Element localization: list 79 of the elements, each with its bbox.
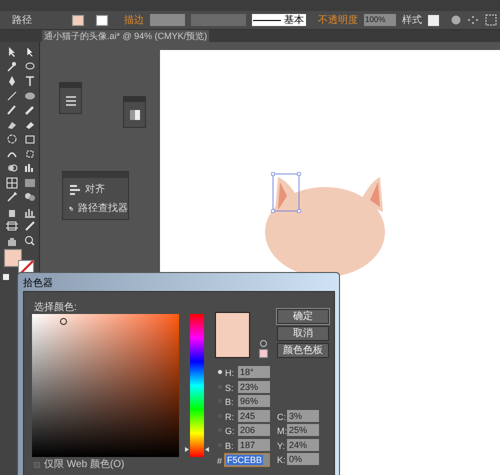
chart-icon[interactable]: [24, 162, 36, 174]
field-label: S:: [225, 382, 234, 394]
rotate-icon[interactable]: [6, 133, 18, 145]
wand-icon[interactable]: [6, 60, 18, 72]
input-field[interactable]: 245: [238, 410, 270, 422]
stroke-weight-field[interactable]: [150, 14, 185, 26]
document-tab[interactable]: 通小猫子的头像.ai* @ 94% (CMYK/预览): [42, 30, 210, 42]
panel-icon[interactable]: [64, 95, 76, 107]
dots-icon[interactable]: [467, 15, 479, 25]
gradient-icon[interactable]: [24, 176, 36, 188]
lasso-icon[interactable]: [24, 60, 36, 72]
align-icon: [69, 184, 80, 195]
field-label: H:: [225, 367, 234, 380]
panel-icon[interactable]: [128, 109, 140, 121]
opacity-field[interactable]: 100%: [364, 14, 396, 26]
line-icon[interactable]: [6, 90, 18, 102]
field-label: C:: [277, 410, 286, 424]
field-label: B:: [225, 396, 234, 409]
shape-builder-icon[interactable]: [6, 162, 18, 174]
field-label: G:: [225, 425, 235, 438]
pencil-icon[interactable]: [24, 104, 36, 116]
fill-color-swatch[interactable]: [4, 249, 22, 267]
scale-icon[interactable]: [24, 133, 36, 145]
input-field[interactable]: 18°: [238, 366, 270, 378]
field-label: K:: [277, 454, 286, 467]
selection-label: 路径: [12, 14, 33, 28]
hex-label: #: [217, 455, 222, 468]
panel-tab[interactable]: 路径查找器: [78, 201, 128, 216]
color-picker-marker[interactable]: [60, 318, 67, 325]
panel-tab[interactable]: 对齐: [85, 182, 105, 197]
color-preview: [215, 312, 250, 358]
field-label: Y:: [277, 440, 286, 452]
field-label: M:: [277, 425, 287, 438]
dialog-button[interactable]: 确定: [277, 309, 329, 324]
brush-dropdown[interactable]: 基本: [252, 14, 306, 26]
checkbox[interactable]: [34, 462, 40, 468]
input-field[interactable]: 206: [238, 424, 270, 436]
selection-box[interactable]: [271, 172, 301, 213]
stroke-link[interactable]: 描边: [124, 12, 144, 28]
input-field[interactable]: 3%: [287, 410, 319, 422]
input-field[interactable]: 25%: [287, 424, 319, 436]
zoom-icon[interactable]: [24, 234, 36, 246]
dialog-button[interactable]: 取消: [277, 326, 329, 341]
ellipse-icon[interactable]: [24, 90, 36, 102]
input-field[interactable]: 187: [238, 438, 270, 450]
dialog-title: 拾色器: [23, 277, 53, 291]
knife-icon[interactable]: [24, 220, 36, 232]
cube-icon: [260, 340, 267, 347]
checkbox-label[interactable]: 仅限 Web 颜色(O): [44, 459, 124, 471]
mesh-icon[interactable]: [6, 176, 18, 188]
stroke-swatch[interactable]: [96, 14, 108, 26]
web-color-swatch[interactable]: [259, 349, 268, 358]
field-label: R:: [225, 410, 234, 424]
artboard-icon[interactable]: [6, 220, 18, 232]
grid-icon[interactable]: [485, 14, 497, 26]
blend-icon[interactable]: [24, 191, 36, 203]
slider-thumb[interactable]: [184, 447, 210, 452]
input-field[interactable]: 23%: [238, 380, 270, 392]
type-icon[interactable]: [24, 75, 36, 87]
color-field[interactable]: [32, 314, 179, 457]
pen-icon[interactable]: [6, 75, 18, 87]
brush-icon[interactable]: [6, 104, 18, 116]
hex-field[interactable]: F5CEBB: [224, 453, 270, 467]
direct-arrow-icon[interactable]: [24, 46, 36, 58]
style-swatch[interactable]: [428, 14, 439, 26]
eyedropper-icon[interactable]: [6, 191, 18, 203]
input-field[interactable]: 0%: [287, 453, 319, 465]
field-label: B:: [225, 440, 234, 452]
style-label: 样式: [402, 14, 422, 28]
transform-icon[interactable]: [24, 148, 36, 160]
selection-arrow-icon[interactable]: [6, 46, 18, 58]
radio-button[interactable]: [218, 370, 222, 374]
dialog-prompt: 选择颜色:: [34, 300, 77, 315]
fill-swatch[interactable]: [72, 14, 84, 26]
input-field[interactable]: 96%: [238, 395, 270, 407]
dialog-button[interactable]: 颜色色板: [277, 343, 329, 358]
selected-text: F5CEBB: [226, 455, 264, 465]
opacity-link[interactable]: 不透明度: [318, 12, 358, 28]
input-field[interactable]: 24%: [287, 438, 319, 450]
